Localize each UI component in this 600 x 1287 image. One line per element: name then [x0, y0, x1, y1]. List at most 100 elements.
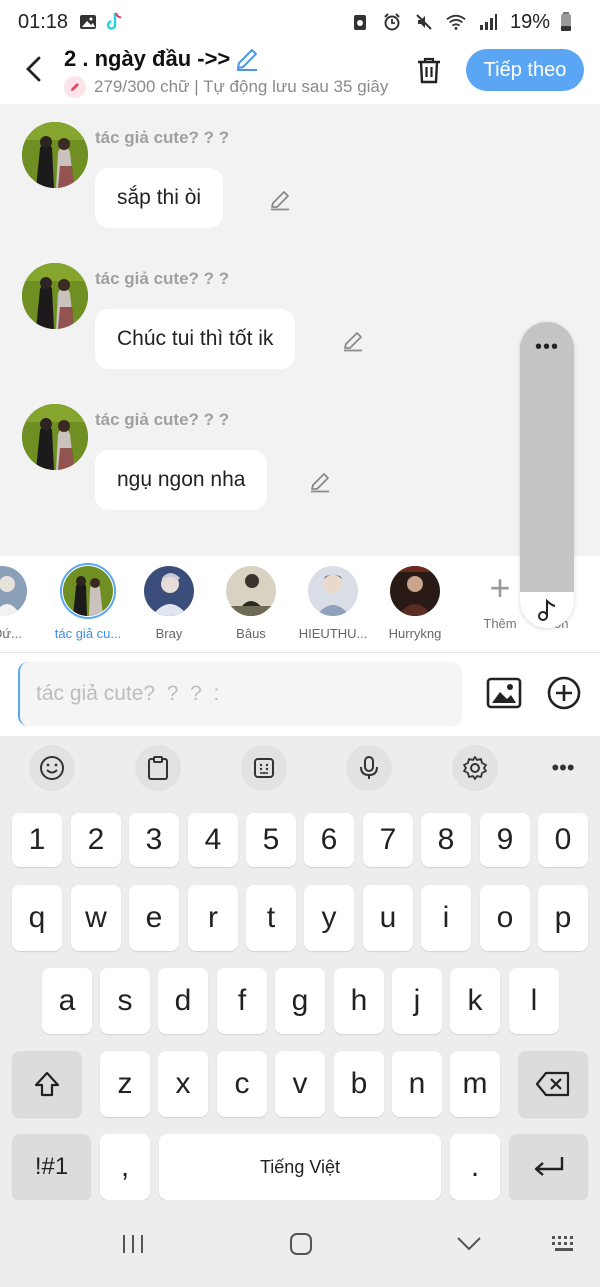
key-s[interactable]: s — [100, 968, 150, 1034]
character-item[interactable]: tác giả cu... — [48, 563, 128, 641]
emoji-button[interactable] — [29, 745, 75, 791]
key-i[interactable]: i — [421, 885, 471, 951]
comma-key[interactable]: , — [100, 1134, 150, 1200]
character-avatar — [390, 566, 440, 616]
character-name: HIEUTHU... — [298, 626, 368, 641]
key-0[interactable]: 0 — [538, 813, 588, 867]
key-d[interactable]: d — [158, 968, 208, 1034]
key-o[interactable]: o — [480, 885, 530, 951]
message-input[interactable] — [18, 662, 462, 726]
key-9[interactable]: 9 — [480, 813, 530, 867]
keypad-button[interactable] — [241, 745, 287, 791]
floating-tool-panel[interactable]: ••• — [520, 322, 574, 628]
trash-icon — [418, 57, 440, 84]
editor-header: 2 . ngày đầu ->> 279/300 chữ | Tự động l… — [0, 44, 600, 104]
key-c[interactable]: c — [217, 1051, 267, 1117]
recents-button[interactable] — [113, 1228, 153, 1260]
word-count-text: 279/300 chữ | Tự động lưu sau 35 giây — [94, 77, 389, 96]
character-item[interactable]: g Đứ... — [0, 566, 42, 641]
key-3[interactable]: 3 — [129, 813, 179, 867]
keyboard-switch-button[interactable] — [544, 1228, 584, 1260]
keyboard: 1 2 3 4 5 6 7 8 9 0 q w e r t y u i o p … — [0, 800, 600, 1200]
key-k[interactable]: k — [450, 968, 500, 1034]
key-1[interactable]: 1 — [12, 813, 62, 867]
key-8[interactable]: 8 — [421, 813, 471, 867]
keypad-icon — [254, 758, 274, 778]
key-4[interactable]: 4 — [188, 813, 238, 867]
next-button[interactable]: Tiếp theo — [466, 49, 584, 91]
add-character-label: Thêm — [483, 616, 517, 631]
home-button[interactable] — [281, 1228, 321, 1260]
edit-message-icon[interactable] — [308, 470, 332, 494]
hide-keyboard-button[interactable] — [449, 1228, 489, 1260]
character-item[interactable]: Bâus — [211, 566, 291, 641]
chevron-down-icon — [457, 1237, 481, 1251]
clipboard-icon — [148, 756, 168, 780]
more-options-icon[interactable]: ••• — [520, 334, 574, 360]
key-m[interactable]: m — [450, 1051, 500, 1117]
character-item[interactable]: HIEUTHU... — [293, 566, 373, 641]
key-w[interactable]: w — [71, 885, 121, 951]
edit-message-icon[interactable] — [268, 188, 292, 212]
key-f[interactable]: f — [217, 968, 267, 1034]
more-options-icon[interactable]: ••• — [540, 745, 586, 791]
key-p[interactable]: p — [538, 885, 588, 951]
author-avatar[interactable] — [22, 263, 88, 329]
recents-icon — [123, 1235, 143, 1253]
tiktok-notification-icon — [104, 12, 124, 32]
add-content-button[interactable] — [546, 675, 582, 711]
key-6[interactable]: 6 — [304, 813, 354, 867]
back-button[interactable] — [18, 54, 48, 84]
plus-circle-icon — [547, 676, 581, 710]
keyboard-settings-button[interactable] — [452, 745, 498, 791]
key-b[interactable]: b — [334, 1051, 384, 1117]
key-2[interactable]: 2 — [71, 813, 121, 867]
clipboard-button[interactable] — [135, 745, 181, 791]
keyboard-icon — [552, 1236, 573, 1251]
message-bubble[interactable]: sắp thi òi — [95, 168, 224, 228]
delete-button[interactable] — [412, 52, 446, 88]
key-e[interactable]: e — [129, 885, 179, 951]
enter-key[interactable] — [509, 1134, 588, 1200]
key-g[interactable]: g — [275, 968, 325, 1034]
key-j[interactable]: j — [392, 968, 442, 1034]
key-x[interactable]: x — [158, 1051, 208, 1117]
key-h[interactable]: h — [334, 968, 384, 1034]
emoji-icon — [40, 756, 64, 780]
key-5[interactable]: 5 — [246, 813, 296, 867]
space-key[interactable]: Tiếng Việt — [159, 1134, 441, 1200]
insert-image-button[interactable] — [486, 675, 522, 711]
key-y[interactable]: y — [304, 885, 354, 951]
key-u[interactable]: u — [363, 885, 413, 951]
key-v[interactable]: v — [275, 1051, 325, 1117]
key-t[interactable]: t — [246, 885, 296, 951]
character-item[interactable]: Hurrykng — [375, 566, 455, 641]
shift-key[interactable] — [12, 1051, 82, 1117]
author-avatar[interactable] — [22, 122, 88, 188]
character-item[interactable]: Bray — [129, 566, 209, 641]
symbols-key[interactable]: !#1 — [12, 1134, 91, 1200]
edit-message-icon[interactable] — [341, 329, 365, 353]
character-avatar — [144, 566, 194, 616]
key-r[interactable]: r — [188, 885, 238, 951]
voice-input-button[interactable] — [346, 745, 392, 791]
character-selector: g Đứ... tác giả cu... Bray Bâus HIEUTHU.… — [0, 556, 600, 652]
period-key[interactable]: . — [450, 1134, 500, 1200]
chevron-left-icon — [26, 56, 41, 82]
author-name: tác giả cute? ? ? — [95, 128, 230, 147]
key-n[interactable]: n — [392, 1051, 442, 1117]
gear-icon — [463, 756, 487, 780]
key-q[interactable]: q — [12, 885, 62, 951]
key-z[interactable]: z — [100, 1051, 150, 1117]
battery-percent: 19% — [509, 10, 550, 33]
character-name: Bâus — [236, 626, 266, 641]
message-bubble[interactable]: ngụ ngon nha — [95, 450, 268, 510]
message-bubble[interactable]: Chúc tui thì tốt ik — [95, 309, 296, 369]
key-7[interactable]: 7 — [363, 813, 413, 867]
edit-title-icon[interactable] — [234, 46, 260, 72]
key-l[interactable]: l — [509, 968, 559, 1034]
key-a[interactable]: a — [42, 968, 92, 1034]
backspace-key[interactable] — [518, 1051, 588, 1117]
author-avatar[interactable] — [22, 404, 88, 470]
character-avatar — [226, 566, 276, 616]
